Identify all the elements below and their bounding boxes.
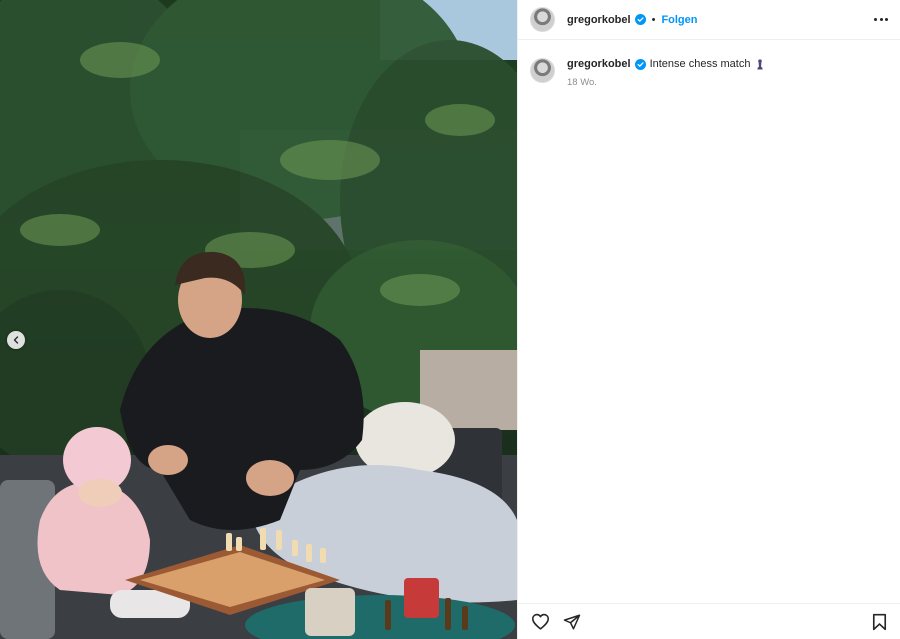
post-side-panel: gregorkobel • Folgen gregorkobel Intense…: [517, 0, 900, 639]
send-icon: [563, 614, 581, 629]
caption-username[interactable]: gregorkobel: [567, 58, 631, 70]
caption-verified-badge-icon: [634, 58, 646, 70]
caption-avatar-icon[interactable]: [530, 58, 555, 83]
post-photo[interactable]: [0, 0, 517, 639]
chevron-left-icon: [13, 336, 19, 344]
photo-canvas: [0, 0, 517, 639]
mug-left: [305, 588, 355, 636]
instagram-post: gregorkobel • Folgen gregorkobel Intense…: [0, 0, 900, 639]
follow-button[interactable]: Folgen: [661, 14, 697, 26]
caption-body: gregorkobel Intense chess match 18 Wo.: [567, 58, 764, 88]
like-button[interactable]: [530, 612, 550, 632]
previous-photo-button[interactable]: [7, 331, 25, 349]
avatar-icon[interactable]: [530, 7, 555, 32]
post-actions-bar: [518, 603, 900, 639]
more-horizontal-icon[interactable]: [874, 14, 888, 25]
caption-line: gregorkobel Intense chess match: [567, 58, 764, 70]
author-username[interactable]: gregorkobel: [567, 14, 631, 26]
save-button[interactable]: [869, 612, 889, 632]
chess-pawn-icon: [757, 58, 763, 69]
caption-text: Intense chess match: [649, 58, 751, 70]
header-separator: •: [651, 13, 656, 26]
post-caption: gregorkobel Intense chess match 18 Wo.: [518, 40, 900, 88]
heart-icon: [531, 613, 549, 630]
mug-right: [404, 578, 439, 618]
post-timestamp[interactable]: 18 Wo.: [567, 77, 764, 88]
bookmark-icon: [872, 613, 886, 630]
share-button[interactable]: [562, 612, 582, 632]
verified-badge-icon: [634, 14, 646, 25]
post-header: gregorkobel • Folgen: [518, 0, 900, 40]
